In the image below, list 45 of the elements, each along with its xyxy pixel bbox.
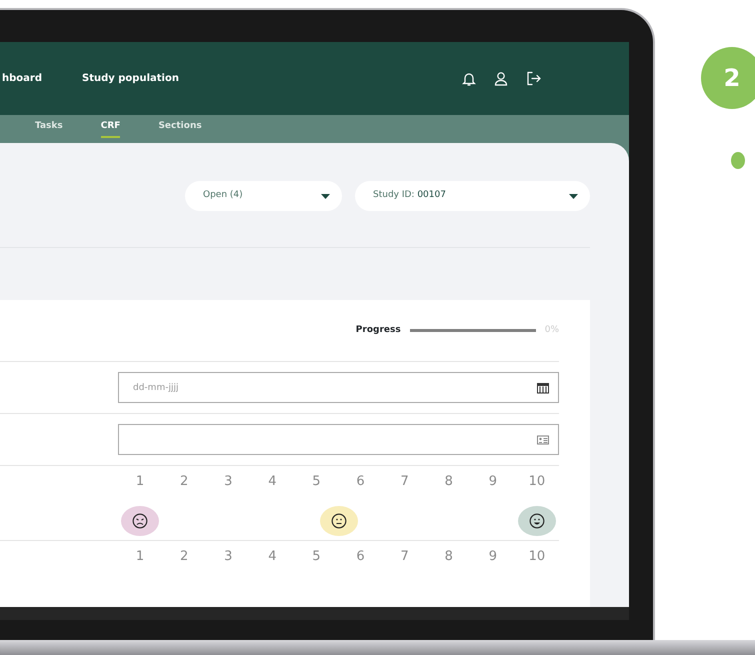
date-field[interactable]: dd-mm-jjjj [118,372,559,403]
happy-face-icon [529,512,545,528]
input-field[interactable] [118,424,559,455]
scale-number[interactable]: 1 [118,472,162,492]
nav-link[interactable]: Study population [82,71,179,86]
tab[interactable]: CRF [100,120,120,138]
scale-number[interactable]: 3 [206,546,250,566]
notification-icon[interactable] [462,71,476,86]
filter-dropdown[interactable]: Open (4) [185,181,342,211]
scale-number[interactable]: 8 [426,546,471,566]
scale-number[interactable]: 5 [294,546,338,566]
scale-number[interactable]: 9 [470,472,515,492]
progress-label: Progress [356,324,401,337]
scale-number[interactable]: 8 [426,472,471,492]
scale-number[interactable]: 2 [162,472,206,492]
step-number: 2 [701,47,755,109]
scale-number[interactable]: 10 [514,546,559,566]
rating-face[interactable] [121,506,159,536]
scale-number[interactable]: 9 [470,546,515,566]
scale-number[interactable]: 7 [382,546,427,566]
user-icon[interactable] [494,71,508,86]
scale-number[interactable]: 6 [338,546,383,566]
scale-number[interactable]: 5 [294,472,338,492]
tab[interactable]: Sections [158,120,202,138]
logout-icon[interactable] [526,71,541,86]
scale-number[interactable]: 2 [162,546,206,566]
scale-number[interactable]: 3 [206,472,250,492]
rating-face[interactable] [518,506,556,536]
caret-icon [321,194,330,198]
nav-link[interactable]: hboard [2,71,42,86]
tab[interactable]: Tasks [35,120,63,138]
scale-number[interactable]: 4 [250,472,294,492]
calendar-icon [537,382,549,393]
scale-number[interactable]: 1 [118,546,162,566]
caret-icon [569,194,578,198]
scale-number[interactable]: 10 [514,472,559,492]
scale-number[interactable]: 6 [338,472,383,492]
neutral-face-icon [330,512,346,528]
scale-number[interactable]: 7 [382,472,427,492]
sad-face-icon [132,512,148,528]
id-card-icon [537,435,549,444]
rating-face[interactable] [320,506,358,536]
filter-dropdown[interactable]: Study ID: 00107 [355,181,590,211]
step-dot [731,152,745,169]
scale-number[interactable]: 4 [250,546,294,566]
